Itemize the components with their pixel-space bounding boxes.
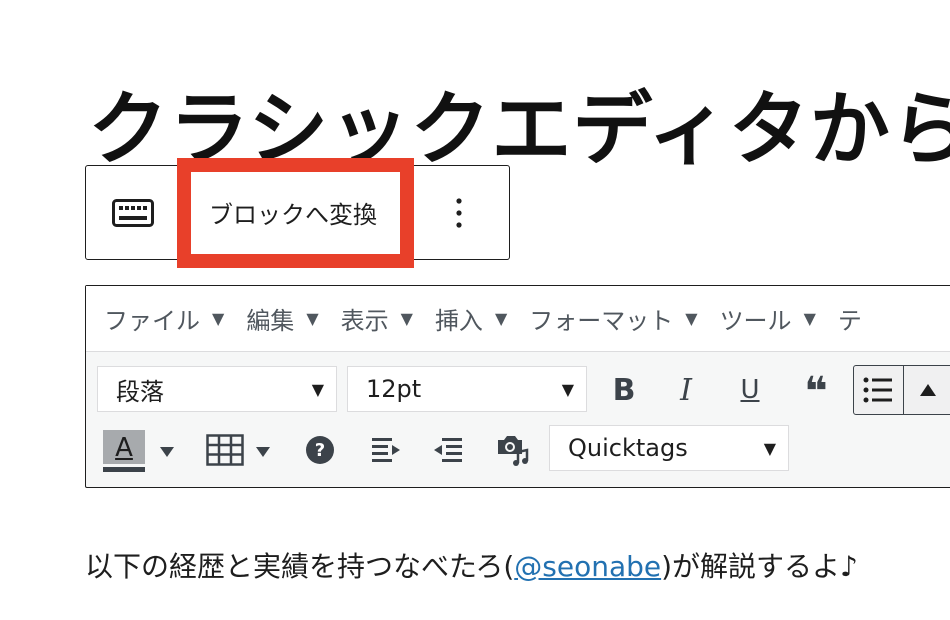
table-button[interactable] (204, 430, 246, 470)
font-size-select-value: 12pt (366, 375, 422, 403)
caret-down-icon: ▼ (803, 309, 816, 328)
list-style-dropdown[interactable] (902, 366, 950, 414)
menu-view-label: 表示 (340, 307, 389, 335)
menu-table-label: テ (837, 307, 862, 335)
menu-insert[interactable]: 挿入 ▼ (435, 301, 507, 336)
media-button[interactable] (492, 430, 532, 470)
font-size-select[interactable]: 12pt ▼ (347, 366, 587, 412)
bold-button[interactable]: B (604, 370, 644, 410)
caret-down-icon: ▼ (400, 309, 413, 328)
quicktags-select[interactable]: Quicktags ▼ (549, 425, 789, 471)
text-color-dropdown[interactable] (152, 432, 182, 472)
keyboard-icon (112, 199, 154, 227)
editor-menubar: ファイル ▼ 編集 ▼ 表示 ▼ 挿入 ▼ フォーマット ▼ ツール ▼ テ (86, 286, 950, 352)
caret-down-icon: ▼ (306, 309, 319, 328)
menu-edit[interactable]: 編集 ▼ (246, 301, 318, 336)
indent-button[interactable] (366, 430, 406, 470)
indent-icon (372, 438, 400, 462)
author-link[interactable]: @seonabe (514, 550, 661, 583)
underline-button[interactable]: U (730, 370, 770, 410)
caret-down-icon: ▼ (212, 309, 225, 328)
table-dropdown[interactable] (248, 432, 278, 472)
menu-format-label: フォーマット (529, 307, 674, 335)
caret-down-icon (160, 447, 174, 457)
blockquote-button[interactable]: ❝ (796, 369, 836, 415)
caret-up-icon (919, 384, 936, 396)
italic-button[interactable]: I (666, 370, 706, 410)
bullet-list-button[interactable] (854, 366, 903, 414)
paragraph-text-after: )が解説するよ♪ (661, 550, 858, 583)
more-options-button[interactable] (444, 191, 474, 235)
caret-down-icon: ▼ (311, 379, 324, 399)
paragraph-content: 以下の経歴と実績を持つなべたろ(@seonabe)が解説するよ♪ (85, 545, 950, 589)
help-icon: ? (306, 436, 334, 464)
block-toolbar: ブロックへ変換 (85, 165, 510, 260)
quicktags-select-value: Quicktags (568, 434, 688, 462)
caret-down-icon: ▼ (561, 379, 574, 399)
menu-file[interactable]: ファイル ▼ (104, 301, 224, 336)
more-vertical-icon (456, 198, 462, 228)
table-icon (206, 434, 244, 466)
add-media-icon (498, 436, 529, 466)
text-color-swatch (103, 467, 145, 472)
list-button-group (853, 365, 950, 415)
keyboard-button[interactable] (108, 193, 158, 233)
caret-down-icon: ▼ (685, 309, 698, 328)
help-button[interactable]: ? (300, 430, 340, 470)
text-color-label: A (115, 433, 133, 463)
menu-table[interactable]: テ (838, 301, 862, 336)
text-color-button[interactable]: A (103, 430, 145, 472)
format-select-value: 段落 (116, 377, 164, 406)
outdent-button[interactable] (428, 430, 468, 470)
svg-text:?: ? (315, 440, 325, 461)
convert-to-blocks-button[interactable]: ブロックへ変換 (186, 176, 400, 248)
menu-insert-label: 挿入 (434, 307, 483, 335)
menu-file-label: ファイル (104, 307, 200, 335)
outdent-icon (434, 438, 462, 462)
paragraph-text-before: 以下の経歴と実績を持つなべたろ( (85, 550, 515, 583)
menu-view[interactable]: 表示 ▼ (341, 301, 413, 336)
caret-down-icon: ▼ (763, 438, 776, 458)
format-select[interactable]: 段落 ▼ (97, 366, 337, 412)
caret-down-icon (256, 447, 270, 457)
menu-edit-label: 編集 (246, 307, 295, 335)
caret-down-icon: ▼ (494, 309, 508, 328)
menu-tools-label: ツール (719, 307, 792, 335)
menu-tools[interactable]: ツール ▼ (720, 301, 816, 336)
menu-format[interactable]: フォーマット ▼ (529, 301, 697, 336)
bullet-list-icon (863, 377, 893, 403)
